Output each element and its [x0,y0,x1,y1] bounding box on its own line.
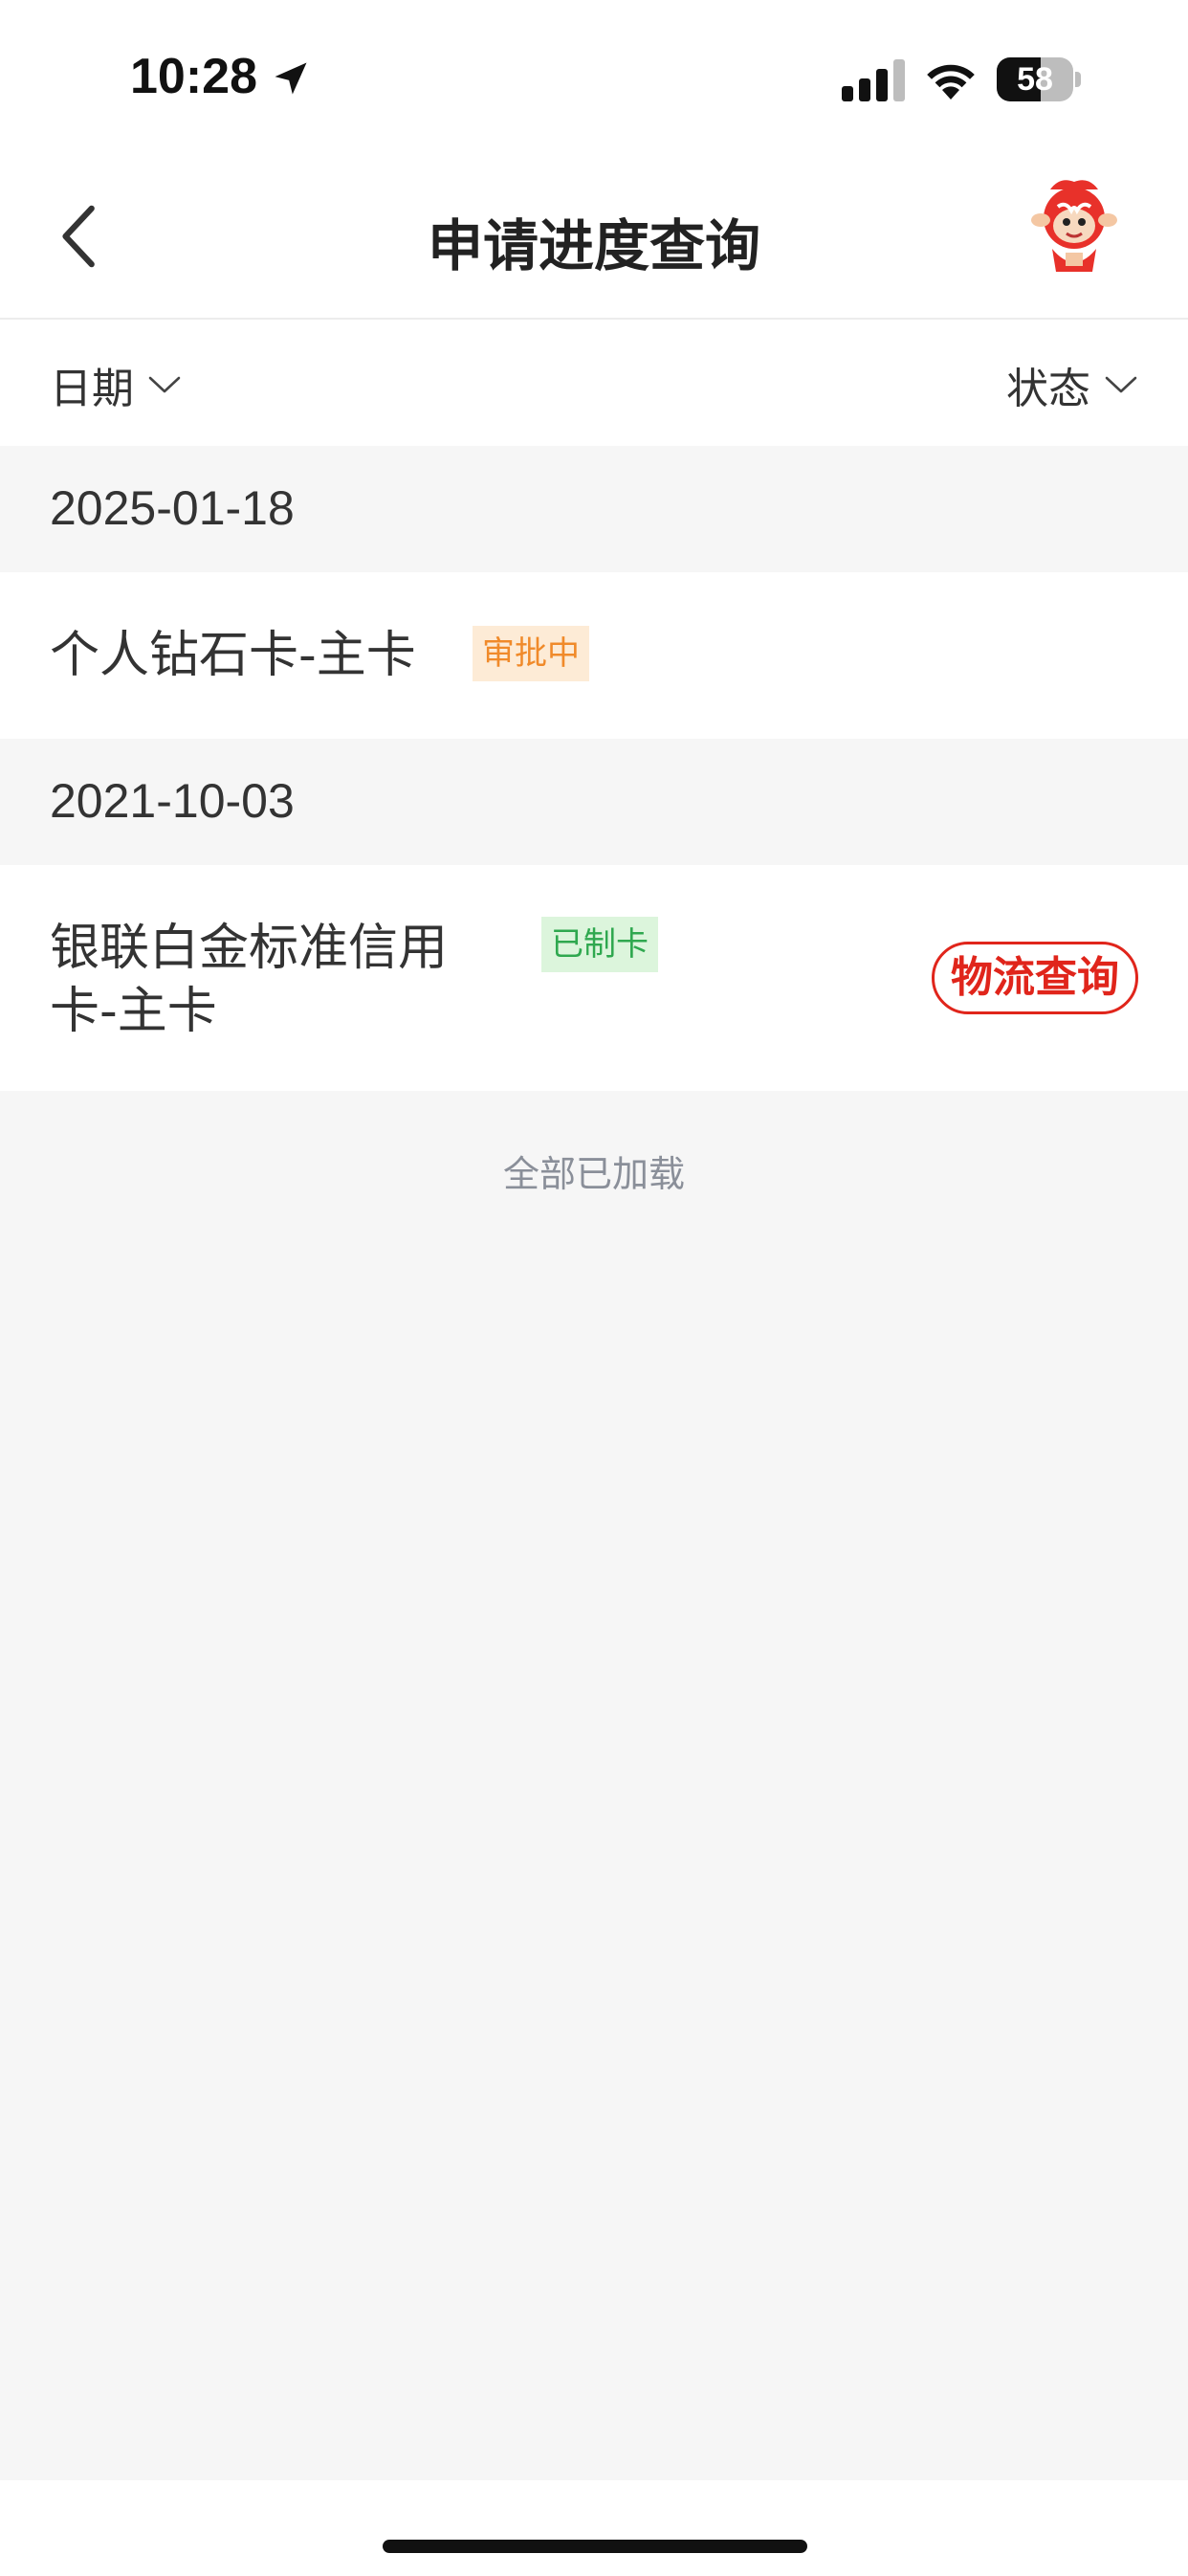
chevron-down-icon [1105,376,1137,393]
list-end-text: 全部已加载 [502,1153,685,1195]
bottom-safe-area [0,2480,1188,2576]
logistics-query-button[interactable]: 物流查询 [932,942,1138,1014]
date-filter[interactable]: 日期 [50,354,182,415]
group-date: 2025-01-18 [50,481,295,535]
filter-bar: 日期 状态 [0,320,1188,446]
chevron-down-icon [148,376,181,393]
card-name-line: 银联白金标准信用 [50,920,449,977]
page-title: 申请进度查询 [427,213,760,278]
status-badge: 审批中 [473,626,589,681]
card-name: 个人钻石卡-主卡 [50,627,416,684]
status-time: 10:28 [130,49,257,104]
status-filter[interactable]: 状态 [1006,354,1138,415]
status-filter-label: 状态 [1006,365,1090,413]
date-filter-label: 日期 [50,365,134,413]
battery-level: 58 [1017,61,1053,98]
date-group-header: 2021-10-03 [0,739,1188,865]
nav-bar: 申请进度查询 [0,153,1188,320]
status-bar: 10:28 58 [0,0,1188,153]
date-group-header: 2025-01-18 [0,446,1188,572]
signal-icon [842,59,905,101]
application-row[interactable]: 个人钻石卡-主卡 审批中 [0,572,1188,739]
application-row[interactable]: 银联白金标准信用 卡-主卡 已制卡 物流查询 [0,865,1188,1091]
status-badge: 已制卡 [541,917,658,972]
card-name: 银联白金标准信用 卡-主卡 [50,917,448,1043]
location-arrow-icon [275,62,307,95]
mascot-avatar[interactable] [1022,172,1127,278]
wifi-icon [927,64,975,100]
battery-icon: 58 [997,57,1081,101]
home-indicator[interactable] [383,2540,807,2553]
card-name-line: 卡-主卡 [50,983,217,1040]
group-date: 2021-10-03 [50,774,295,828]
